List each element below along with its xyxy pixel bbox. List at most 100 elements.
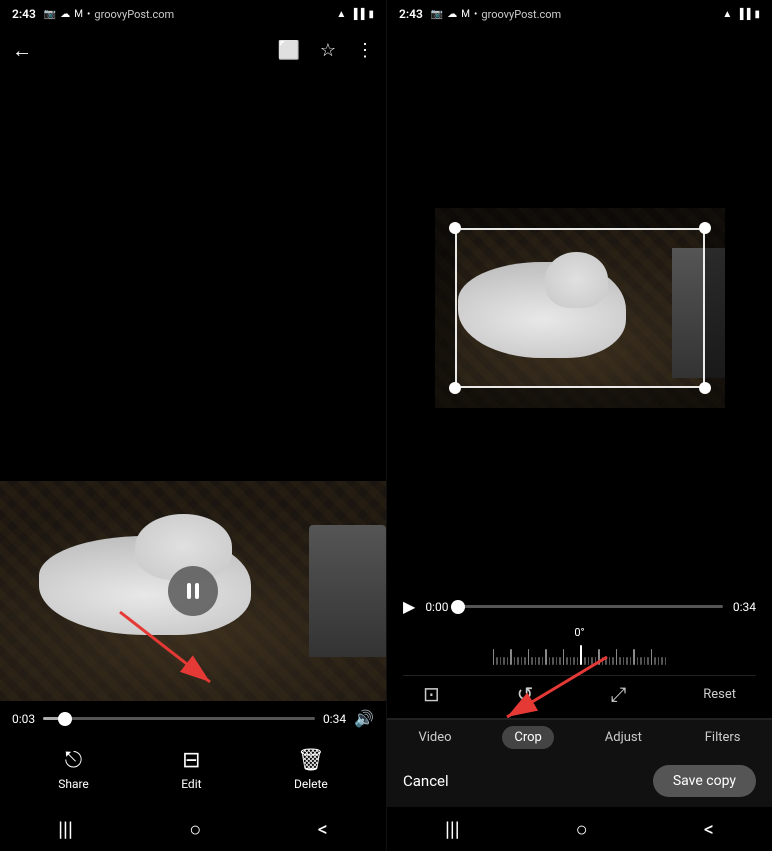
volume-icon[interactable]: 🔊 bbox=[354, 709, 374, 728]
tick-mark bbox=[524, 657, 526, 665]
signal-icon: ▐▐ bbox=[350, 9, 364, 20]
crop-handle-bottom-right[interactable] bbox=[699, 382, 711, 394]
pause-bar-right bbox=[195, 583, 199, 599]
tick-mark bbox=[602, 657, 604, 665]
right-panel: 2:43 📷 ☁ M • groovyPost.com ▲ ▐▐ ▮ bbox=[386, 0, 772, 851]
right-status-bar: 2:43 📷 ☁ M • groovyPost.com ▲ ▐▐ ▮ bbox=[387, 0, 772, 28]
right-nav-menu[interactable]: ||| bbox=[445, 817, 460, 841]
tab-crop[interactable]: Crop bbox=[502, 726, 553, 749]
rp-slider[interactable] bbox=[458, 605, 722, 608]
share-label: Share bbox=[58, 777, 89, 791]
crop-handle-bottom-left[interactable] bbox=[449, 382, 461, 394]
edit-button[interactable]: ⊟ Edit bbox=[181, 748, 201, 791]
left-panel: 2:43 📷 ☁ M • groovyPost.com ▲ ▐▐ ▮ ← ⬜ ☆… bbox=[0, 0, 386, 851]
left-nav-back[interactable]: < bbox=[318, 817, 328, 841]
right-status-time: 2:43 bbox=[399, 7, 423, 21]
crop-area[interactable] bbox=[387, 28, 772, 587]
tick-mark bbox=[598, 649, 600, 665]
rp-slider-thumb[interactable] bbox=[451, 600, 465, 614]
right-site-url: groovyPost.com bbox=[481, 8, 561, 21]
tab-adjust[interactable]: Adjust bbox=[593, 726, 654, 749]
crop-handle-top-left[interactable] bbox=[449, 222, 461, 234]
tick-mark bbox=[563, 649, 565, 665]
tick-mark bbox=[538, 657, 540, 665]
rotate-tool[interactable]: ↺ bbox=[517, 682, 534, 706]
tick-mark bbox=[661, 657, 663, 665]
left-video-area[interactable] bbox=[0, 72, 386, 701]
tick-mark bbox=[626, 657, 628, 665]
delete-label: Delete bbox=[294, 777, 328, 791]
share-button[interactable]: ⎋ Share bbox=[58, 748, 89, 791]
tick-mark bbox=[545, 649, 547, 665]
right-signal-icon: ▐▐ bbox=[736, 9, 750, 20]
tick-mark bbox=[570, 657, 572, 665]
play-button[interactable]: ▶ bbox=[403, 597, 415, 616]
tick-mark bbox=[577, 657, 579, 665]
left-bottom-controls: 0:03 0:34 🔊 ⎋ Share ⊟ Edit 🗑 Delete bbox=[0, 701, 386, 807]
play-overlay[interactable] bbox=[168, 566, 218, 616]
action-row: Cancel Save copy bbox=[387, 755, 772, 807]
crop-dog-head bbox=[545, 252, 609, 308]
total-time-label: 0:34 bbox=[323, 712, 346, 726]
play-time-row: ▶ 0:00 0:34 bbox=[403, 597, 756, 616]
tick-mark bbox=[623, 657, 625, 665]
rotation-row: 0° bbox=[403, 626, 756, 667]
left-status-icons: 📷 ☁ M • bbox=[44, 9, 91, 20]
video-thumbnail[interactable] bbox=[0, 481, 386, 701]
action-buttons: ⎋ Share ⊟ Edit 🗑 Delete bbox=[12, 740, 374, 799]
tick-mark bbox=[503, 657, 505, 665]
tick-mark bbox=[609, 657, 611, 665]
right-nav-home[interactable]: ○ bbox=[576, 817, 588, 842]
tick-mark bbox=[637, 657, 639, 665]
tick-mark bbox=[556, 657, 558, 665]
left-status-right: ▲ ▐▐ ▮ bbox=[336, 9, 374, 20]
tick-mark bbox=[517, 657, 519, 665]
delete-icon: 🗑 bbox=[297, 748, 325, 773]
time-bar-row: 0:03 0:34 🔊 bbox=[12, 709, 374, 728]
star-icon[interactable]: ☆ bbox=[320, 40, 336, 61]
tick-mark bbox=[584, 657, 586, 665]
tick-mark bbox=[640, 657, 642, 665]
more-icon[interactable]: ⋮ bbox=[356, 40, 374, 61]
tick-mark bbox=[559, 657, 561, 665]
right-mail-icon: M bbox=[461, 9, 470, 20]
tick-mark bbox=[619, 657, 621, 665]
tick-mark bbox=[651, 649, 653, 665]
aspect-ratio-tool[interactable]: ⊡ bbox=[423, 682, 440, 706]
tab-video[interactable]: Video bbox=[406, 726, 463, 749]
reset-button[interactable]: Reset bbox=[703, 687, 736, 702]
time-slider[interactable] bbox=[43, 717, 315, 720]
mail-icon: M bbox=[74, 9, 83, 20]
right-status-icons: 📷 ☁ M • bbox=[431, 9, 478, 20]
current-time-label: 0:03 bbox=[12, 712, 35, 726]
right-status-right: ▲ ▐▐ ▮ bbox=[722, 9, 760, 20]
tick-mark bbox=[507, 657, 509, 665]
fullscreen-tool[interactable]: ⤢ bbox=[610, 682, 626, 706]
cancel-button[interactable]: Cancel bbox=[403, 772, 449, 790]
cast-icon[interactable]: ⬜ bbox=[277, 40, 299, 61]
tab-filters[interactable]: Filters bbox=[693, 726, 753, 749]
delete-button[interactable]: 🗑 Delete bbox=[294, 748, 328, 791]
right-nav-back[interactable]: < bbox=[704, 817, 714, 841]
crop-dog-scene bbox=[435, 208, 725, 408]
left-status-bar: 2:43 📷 ☁ M • groovyPost.com ▲ ▐▐ ▮ bbox=[0, 0, 386, 28]
pause-bar-left bbox=[187, 583, 191, 599]
edit-tools-row: ⊡ ↺ ⤢ Reset bbox=[403, 675, 756, 712]
time-slider-thumb[interactable] bbox=[58, 712, 72, 726]
tick-mark bbox=[612, 657, 614, 665]
crop-handle-top-right[interactable] bbox=[699, 222, 711, 234]
rotation-ticks[interactable] bbox=[403, 643, 756, 667]
tick-mark bbox=[521, 657, 523, 665]
wifi-icon: ▲ bbox=[336, 9, 346, 20]
rp-current-time: 0:00 bbox=[425, 600, 448, 614]
save-copy-button[interactable]: Save copy bbox=[653, 765, 756, 797]
left-nav-home[interactable]: ○ bbox=[189, 817, 201, 842]
crop-image-container[interactable] bbox=[435, 208, 725, 408]
edit-label: Edit bbox=[181, 777, 201, 791]
tick-mark bbox=[500, 657, 502, 665]
tick-mark bbox=[573, 657, 575, 665]
left-nav-menu[interactable]: ||| bbox=[58, 817, 73, 841]
tick-mark bbox=[531, 657, 533, 665]
back-button[interactable]: ← bbox=[12, 38, 32, 63]
camera-icon: 📷 bbox=[44, 9, 56, 20]
